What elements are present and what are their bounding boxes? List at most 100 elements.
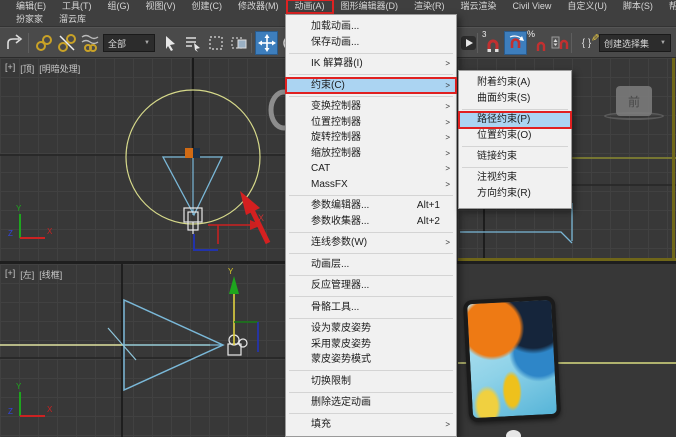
menu-item-toggle-limits[interactable]: 切换限制 [286,374,456,390]
percent-label: % [527,29,535,39]
snap-3d-label: 3 [482,30,486,39]
tablet-screen-artwork [467,300,557,418]
submenu-arrow-icon: > [445,161,450,177]
viewport-shading-mode[interactable]: [线框] [39,268,62,281]
menu-item-ik-solvers[interactable]: IK 解算器(I)> [286,56,456,72]
submenu-item-lookat-constraint[interactable]: 注视约束 [459,170,571,186]
window-crossing-icon[interactable] [227,31,250,55]
menu-item-wire-parameters[interactable]: 连线参数(W)> [286,235,456,251]
menu-item-scale-controllers[interactable]: 缩放控制器> [286,146,456,162]
svg-text:Y: Y [16,204,22,213]
menu-rendering[interactable]: 渲染(R) [406,0,453,13]
viewport-left-label: [+] [左] [线框] [5,268,62,281]
svg-text:Z: Z [8,229,13,238]
viewport-top-label: [+] [顶] [明暗处理] [5,62,80,75]
select-by-name-icon[interactable] [181,31,204,55]
menu-liuyunku[interactable]: 溜云库 [51,13,94,26]
edit-named-selection-sets-icon[interactable]: { } ✎ [575,31,598,55]
select-object-icon[interactable] [158,31,181,55]
menu-item-save-animation[interactable]: 保存动画... [286,35,456,51]
submenu-arrow-icon: > [445,130,450,146]
menu-modifiers[interactable]: 修改器(M) [230,0,287,13]
rectangular-selection-region-icon[interactable] [204,31,227,55]
selection-set-value: 创建选择集 [604,37,649,50]
menu-item-constraints[interactable]: 约束(C)> [286,78,456,94]
menu-item-load-animation[interactable]: 加载动画... [286,19,456,35]
menu-item-skin-pose-mode[interactable]: 蒙皮姿势模式 [286,352,456,368]
menu-item-parameter-editor[interactable]: 参数编辑器...Alt+1 [286,198,456,214]
tablet-top-view [185,148,193,158]
menu-item-set-as-skin-pose[interactable]: 设为蒙皮姿势 [286,321,456,337]
x-axis-label: X [258,213,264,223]
selected-object [184,208,202,234]
submenu-arrow-icon: > [445,99,450,115]
svg-text:Y: Y [16,382,22,391]
select-and-move-button[interactable] [255,31,278,55]
menu-graph-editors[interactable]: 图形编辑器(D) [333,0,407,13]
menu-item-reaction-manager[interactable]: 反应管理器... [286,278,456,294]
selection-filter-dropdown[interactable]: 全部 ▼ [103,34,155,52]
menu-customize[interactable]: 自定义(U) [559,0,615,13]
svg-text:X: X [47,405,53,414]
viewcube-front-face[interactable]: 前 [628,93,640,110]
world-axis-tripod: Y X Z [8,382,53,416]
menu-create[interactable]: 创建(C) [184,0,231,13]
menu-edit[interactable]: 编辑(E) [8,0,54,13]
viewcube[interactable]: 前 [616,86,652,116]
menu-views[interactable]: 视图(V) [138,0,184,13]
world-axis-tripod: Y X Z [8,204,53,238]
menu-scripting[interactable]: 脚本(S) [615,0,661,13]
tablet-object[interactable] [463,296,561,423]
menu-item-transform-controllers[interactable]: 变换控制器> [286,99,456,115]
viewport-menu-plus[interactable]: [+] [5,62,15,75]
viewport-shading-mode[interactable]: [明暗处理] [39,62,80,75]
viewport-view-name[interactable]: [顶] [20,62,34,75]
constraints-submenu: 附着约束(A) 曲面约束(S) 路径约束(P) 位置约束(O) 链接约束 注视约… [458,70,572,209]
bind-to-space-warp-icon[interactable] [78,31,101,55]
menu-item-cat[interactable]: CAT> [286,161,456,177]
submenu-item-link-constraint[interactable]: 链接约束 [459,149,571,165]
menu-banjiajia[interactable]: 扮家家 [8,13,51,26]
svg-text:Z: Z [8,407,13,416]
menu-civil-view[interactable]: Civil View [505,0,560,13]
unlink-selection-icon[interactable] [55,31,78,55]
sphere-object[interactable] [506,430,521,437]
menu-help[interactable]: 帮助(H) [661,0,676,13]
menu-item-position-controllers[interactable]: 位置控制器> [286,115,456,131]
submenu-item-attachment-constraint[interactable]: 附着约束(A) [459,75,571,91]
menu-item-assume-skin-pose[interactable]: 采用蒙皮姿势 [286,337,456,353]
menu-item-massfx[interactable]: MassFX> [286,177,456,193]
viewport-view-name[interactable]: [左] [20,268,34,281]
named-selection-set-dropdown[interactable]: 创建选择集 ▼ [599,34,671,52]
menu-item-parameter-collector[interactable]: 参数收集器...Alt+2 [286,214,456,230]
viewport-perspective[interactable] [458,264,676,437]
menu-animation[interactable]: 动画(A) [287,0,333,13]
menu-cloud-render[interactable]: 瑞云渲染 [453,0,505,13]
menu-tools[interactable]: 工具(T) [54,0,100,13]
menu-item-populate[interactable]: 填充> [286,417,456,433]
select-and-link-icon[interactable] [32,31,55,55]
active-viewport-border-right [672,58,675,261]
submenu-arrow-icon: > [445,146,450,162]
menu-item-bone-tools[interactable]: 骨骼工具... [286,300,456,316]
menu-item-animation-layers[interactable]: 动画层... [286,257,456,273]
menu-group[interactable]: 组(G) [100,0,138,13]
snap-toggle-3d-icon[interactable]: 3 [481,31,504,55]
submenu-arrow-icon: > [445,177,450,193]
redo-button[interactable] [3,31,26,55]
shortcut-label: Alt+1 [417,198,440,214]
menu-item-rotation-controllers[interactable]: 旋转控制器> [286,130,456,146]
submenu-item-position-constraint[interactable]: 位置约束(O) [459,128,571,144]
viewport-menu-plus[interactable]: [+] [5,268,15,281]
submenu-arrow-icon: > [445,78,450,94]
submenu-arrow-icon: > [445,115,450,131]
percent-snap-toggle-icon[interactable]: % [527,31,550,55]
spinner-snap-toggle-icon[interactable] [548,31,571,55]
submenu-item-surface-constraint[interactable]: 曲面约束(S) [459,91,571,107]
angle-snap-toggle-button[interactable] [504,31,527,55]
menu-item-delete-selected-animation[interactable]: 删除选定动画 [286,395,456,411]
main-menu-row: 编辑(E) 工具(T) 组(G) 视图(V) 创建(C) 修改器(M) 动画(A… [0,0,676,13]
selected-object [228,335,247,355]
submenu-item-orientation-constraint[interactable]: 方向约束(R) [459,186,571,202]
submenu-item-path-constraint[interactable]: 路径约束(P) [459,112,571,128]
